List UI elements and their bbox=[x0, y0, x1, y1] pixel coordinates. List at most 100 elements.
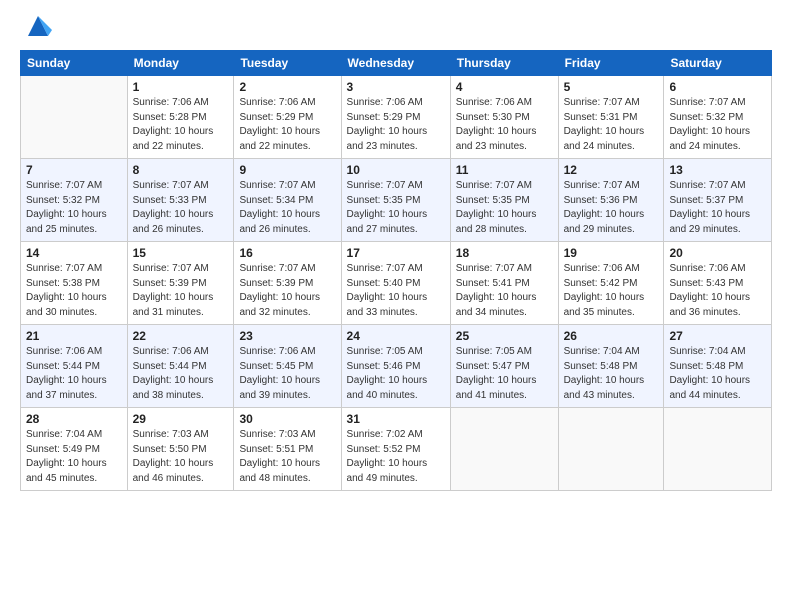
calendar-cell bbox=[21, 76, 128, 159]
calendar-cell: 28 Sunrise: 7:04 AMSunset: 5:49 PMDayligh… bbox=[21, 408, 128, 491]
cell-info: Sunrise: 7:07 AMSunset: 5:31 PMDaylight:… bbox=[564, 96, 659, 154]
cell-date-number: 1 bbox=[133, 80, 229, 94]
cell-info: Sunrise: 7:04 AMSunset: 5:48 PMDaylight:… bbox=[564, 345, 659, 403]
calendar-cell: 4 Sunrise: 7:06 AMSunset: 5:30 PMDaylight… bbox=[450, 76, 558, 159]
cell-info: Sunrise: 7:07 AMSunset: 5:37 PMDaylight:… bbox=[669, 179, 766, 237]
cell-date-number: 26 bbox=[564, 329, 659, 343]
cell-date-number: 23 bbox=[239, 329, 335, 343]
cell-info: Sunrise: 7:06 AMSunset: 5:43 PMDaylight:… bbox=[669, 262, 766, 320]
cell-date-number: 15 bbox=[133, 246, 229, 260]
cell-date-number: 11 bbox=[456, 163, 553, 177]
cell-date-number: 3 bbox=[347, 80, 445, 94]
cell-date-number: 7 bbox=[26, 163, 122, 177]
cell-info: Sunrise: 7:07 AMSunset: 5:41 PMDaylight:… bbox=[456, 262, 553, 320]
calendar-week-4: 21 Sunrise: 7:06 AMSunset: 5:44 PMDayligh… bbox=[21, 325, 772, 408]
cell-date-number: 16 bbox=[239, 246, 335, 260]
calendar-cell: 6 Sunrise: 7:07 AMSunset: 5:32 PMDaylight… bbox=[664, 76, 772, 159]
cell-info: Sunrise: 7:06 AMSunset: 5:44 PMDaylight:… bbox=[26, 345, 122, 403]
cell-date-number: 8 bbox=[133, 163, 229, 177]
cell-info: Sunrise: 7:04 AMSunset: 5:49 PMDaylight:… bbox=[26, 428, 122, 486]
calendar-cell: 30 Sunrise: 7:03 AMSunset: 5:51 PMDayligh… bbox=[234, 408, 341, 491]
weekday-header-saturday: Saturday bbox=[664, 51, 772, 76]
calendar-week-3: 14 Sunrise: 7:07 AMSunset: 5:38 PMDayligh… bbox=[21, 242, 772, 325]
cell-date-number: 21 bbox=[26, 329, 122, 343]
calendar-cell: 27 Sunrise: 7:04 AMSunset: 5:48 PMDayligh… bbox=[664, 325, 772, 408]
calendar-cell: 8 Sunrise: 7:07 AMSunset: 5:33 PMDaylight… bbox=[127, 159, 234, 242]
cell-date-number: 25 bbox=[456, 329, 553, 343]
weekday-header-tuesday: Tuesday bbox=[234, 51, 341, 76]
calendar-cell: 25 Sunrise: 7:05 AMSunset: 5:47 PMDayligh… bbox=[450, 325, 558, 408]
calendar-week-2: 7 Sunrise: 7:07 AMSunset: 5:32 PMDaylight… bbox=[21, 159, 772, 242]
cell-date-number: 22 bbox=[133, 329, 229, 343]
calendar-cell: 11 Sunrise: 7:07 AMSunset: 5:35 PMDayligh… bbox=[450, 159, 558, 242]
calendar-cell: 20 Sunrise: 7:06 AMSunset: 5:43 PMDayligh… bbox=[664, 242, 772, 325]
calendar-week-5: 28 Sunrise: 7:04 AMSunset: 5:49 PMDayligh… bbox=[21, 408, 772, 491]
cell-date-number: 4 bbox=[456, 80, 553, 94]
cell-date-number: 27 bbox=[669, 329, 766, 343]
weekday-header-thursday: Thursday bbox=[450, 51, 558, 76]
calendar-cell: 29 Sunrise: 7:03 AMSunset: 5:50 PMDayligh… bbox=[127, 408, 234, 491]
calendar-cell: 14 Sunrise: 7:07 AMSunset: 5:38 PMDayligh… bbox=[21, 242, 128, 325]
calendar-cell: 23 Sunrise: 7:06 AMSunset: 5:45 PMDayligh… bbox=[234, 325, 341, 408]
cell-info: Sunrise: 7:06 AMSunset: 5:29 PMDaylight:… bbox=[347, 96, 445, 154]
calendar-cell: 31Sunrise: 7:02 AMSunset: 5:52 PMDayligh… bbox=[341, 408, 450, 491]
calendar-cell: 12 Sunrise: 7:07 AMSunset: 5:36 PMDayligh… bbox=[558, 159, 664, 242]
calendar-cell: 7 Sunrise: 7:07 AMSunset: 5:32 PMDaylight… bbox=[21, 159, 128, 242]
calendar-header: SundayMondayTuesdayWednesdayThursdayFrid… bbox=[21, 51, 772, 76]
cell-date-number: 13 bbox=[669, 163, 766, 177]
calendar-cell: 9Sunrise: 7:07 AMSunset: 5:34 PMDaylight… bbox=[234, 159, 341, 242]
cell-info: Sunrise: 7:07 AMSunset: 5:39 PMDaylight:… bbox=[133, 262, 229, 320]
cell-info: Sunrise: 7:06 AMSunset: 5:30 PMDaylight:… bbox=[456, 96, 553, 154]
calendar-cell: 18Sunrise: 7:07 AMSunset: 5:41 PMDayligh… bbox=[450, 242, 558, 325]
cell-info: Sunrise: 7:06 AMSunset: 5:44 PMDaylight:… bbox=[133, 345, 229, 403]
calendar-cell: 5 Sunrise: 7:07 AMSunset: 5:31 PMDaylight… bbox=[558, 76, 664, 159]
calendar-week-1: 1Sunrise: 7:06 AMSunset: 5:28 PMDaylight… bbox=[21, 76, 772, 159]
cell-info: Sunrise: 7:05 AMSunset: 5:47 PMDaylight:… bbox=[456, 345, 553, 403]
cell-info: Sunrise: 7:07 AMSunset: 5:38 PMDaylight:… bbox=[26, 262, 122, 320]
weekday-header-wednesday: Wednesday bbox=[341, 51, 450, 76]
weekday-row: SundayMondayTuesdayWednesdayThursdayFrid… bbox=[21, 51, 772, 76]
cell-date-number: 29 bbox=[133, 412, 229, 426]
cell-date-number: 28 bbox=[26, 412, 122, 426]
weekday-header-monday: Monday bbox=[127, 51, 234, 76]
cell-date-number: 30 bbox=[239, 412, 335, 426]
calendar-cell: 3 Sunrise: 7:06 AMSunset: 5:29 PMDaylight… bbox=[341, 76, 450, 159]
weekday-header-friday: Friday bbox=[558, 51, 664, 76]
cell-date-number: 5 bbox=[564, 80, 659, 94]
calendar-cell: 16Sunrise: 7:07 AMSunset: 5:39 PMDayligh… bbox=[234, 242, 341, 325]
cell-info: Sunrise: 7:04 AMSunset: 5:48 PMDaylight:… bbox=[669, 345, 766, 403]
header bbox=[20, 16, 772, 40]
calendar-body: 1Sunrise: 7:06 AMSunset: 5:28 PMDaylight… bbox=[21, 76, 772, 491]
cell-date-number: 24 bbox=[347, 329, 445, 343]
cell-info: Sunrise: 7:07 AMSunset: 5:34 PMDaylight:… bbox=[239, 179, 335, 237]
logo bbox=[20, 16, 52, 40]
calendar-cell: 19 Sunrise: 7:06 AMSunset: 5:42 PMDayligh… bbox=[558, 242, 664, 325]
cell-date-number: 14 bbox=[26, 246, 122, 260]
calendar-cell: 2Sunrise: 7:06 AMSunset: 5:29 PMDaylight… bbox=[234, 76, 341, 159]
cell-info: Sunrise: 7:07 AMSunset: 5:32 PMDaylight:… bbox=[26, 179, 122, 237]
logo-icon bbox=[24, 12, 52, 40]
cell-date-number: 31 bbox=[347, 412, 445, 426]
calendar-cell: 13 Sunrise: 7:07 AMSunset: 5:37 PMDayligh… bbox=[664, 159, 772, 242]
cell-info: Sunrise: 7:07 AMSunset: 5:33 PMDaylight:… bbox=[133, 179, 229, 237]
cell-info: Sunrise: 7:07 AMSunset: 5:32 PMDaylight:… bbox=[669, 96, 766, 154]
cell-info: Sunrise: 7:05 AMSunset: 5:46 PMDaylight:… bbox=[347, 345, 445, 403]
cell-info: Sunrise: 7:03 AMSunset: 5:50 PMDaylight:… bbox=[133, 428, 229, 486]
calendar-cell: 24 Sunrise: 7:05 AMSunset: 5:46 PMDayligh… bbox=[341, 325, 450, 408]
cell-info: Sunrise: 7:06 AMSunset: 5:42 PMDaylight:… bbox=[564, 262, 659, 320]
cell-date-number: 17 bbox=[347, 246, 445, 260]
cell-info: Sunrise: 7:07 AMSunset: 5:40 PMDaylight:… bbox=[347, 262, 445, 320]
cell-date-number: 6 bbox=[669, 80, 766, 94]
calendar-cell: 26 Sunrise: 7:04 AMSunset: 5:48 PMDayligh… bbox=[558, 325, 664, 408]
cell-date-number: 19 bbox=[564, 246, 659, 260]
cell-info: Sunrise: 7:03 AMSunset: 5:51 PMDaylight:… bbox=[239, 428, 335, 486]
cell-info: Sunrise: 7:07 AMSunset: 5:36 PMDaylight:… bbox=[564, 179, 659, 237]
cell-info: Sunrise: 7:06 AMSunset: 5:45 PMDaylight:… bbox=[239, 345, 335, 403]
cell-date-number: 20 bbox=[669, 246, 766, 260]
cell-info: Sunrise: 7:07 AMSunset: 5:35 PMDaylight:… bbox=[347, 179, 445, 237]
calendar-cell: 17 Sunrise: 7:07 AMSunset: 5:40 PMDayligh… bbox=[341, 242, 450, 325]
calendar-cell bbox=[664, 408, 772, 491]
calendar-cell: 1Sunrise: 7:06 AMSunset: 5:28 PMDaylight… bbox=[127, 76, 234, 159]
cell-date-number: 12 bbox=[564, 163, 659, 177]
cell-info: Sunrise: 7:07 AMSunset: 5:35 PMDaylight:… bbox=[456, 179, 553, 237]
